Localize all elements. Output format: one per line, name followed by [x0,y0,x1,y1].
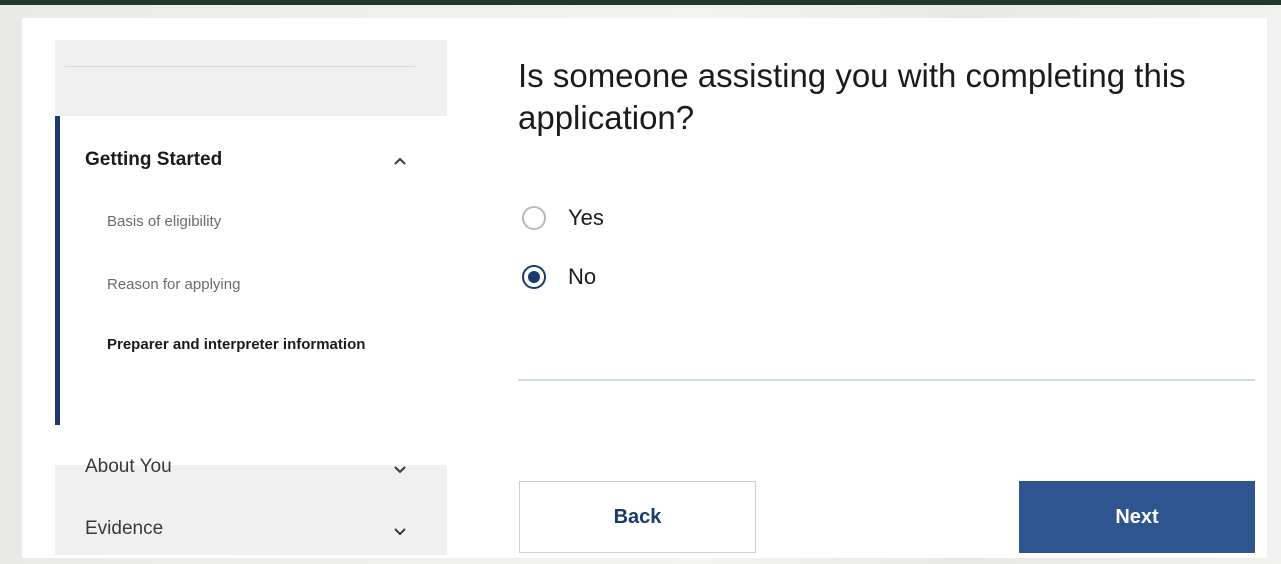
sidebar-item-reason-for-applying[interactable]: Reason for applying [107,276,240,293]
question-heading: Is someone assisting you with completing… [518,57,1186,136]
chevron-down-icon[interactable] [392,523,408,539]
chevron-down-icon[interactable] [392,461,408,477]
radio-button-no[interactable] [522,265,546,289]
radio-option-yes[interactable]: Yes [522,203,604,233]
radio-button-yes[interactable] [522,206,546,230]
sidebar-section-getting-started[interactable]: Getting Started [85,149,222,171]
radio-label-yes[interactable]: Yes [568,205,604,231]
sidebar-section-about-you[interactable]: About You [85,456,172,478]
active-section-indicator [55,116,60,425]
radio-label-no[interactable]: No [568,264,596,290]
sidebar-item-basis-of-eligibility[interactable]: Basis of eligibility [107,213,221,230]
chevron-up-icon[interactable] [392,153,408,169]
radio-option-no[interactable]: No [522,262,596,292]
next-button[interactable]: Next [1019,481,1255,553]
sidebar-section-evidence[interactable]: Evidence [85,518,163,540]
sidebar-item-preparer-and-interpreter[interactable]: Preparer and interpreter information [107,328,367,362]
sidebar-divider [65,66,415,67]
section-divider [518,379,1255,381]
back-button[interactable]: Back [519,481,756,553]
